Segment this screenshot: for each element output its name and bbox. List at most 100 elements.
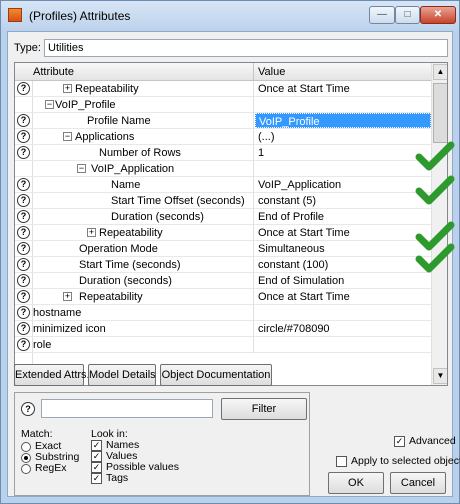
radio-substring[interactable]: [21, 453, 31, 463]
help-icon[interactable]: ?: [17, 178, 30, 191]
type-field[interactable]: Utilities: [44, 39, 448, 57]
green-checkmarks: [415, 141, 455, 273]
check-icon: [415, 243, 455, 273]
attribute-row[interactable]: ? role: [15, 337, 431, 353]
attribute-row[interactable]: ? + Repeatability Once at Start Time: [15, 289, 431, 305]
attribute-row[interactable]: ? Start Time (seconds) constant (100): [15, 257, 431, 273]
attribute-value[interactable]: VoIP_Application: [258, 179, 341, 191]
filter-button[interactable]: Filter: [221, 398, 307, 420]
expand-icon[interactable]: +: [63, 292, 72, 301]
attribute-name: Repeatability: [99, 227, 163, 239]
checkbox-tags[interactable]: ✓: [91, 473, 102, 484]
attribute-row[interactable]: − VoIP_Application: [15, 161, 431, 177]
attribute-name: Operation Mode: [79, 243, 158, 255]
attribute-value[interactable]: Simultaneous: [258, 243, 325, 255]
attribute-value[interactable]: Once at Start Time: [258, 83, 350, 95]
help-icon[interactable]: ?: [17, 130, 30, 143]
scroll-up-icon[interactable]: ▲: [433, 64, 447, 80]
radio-exact[interactable]: [21, 442, 31, 452]
title-bar[interactable]: (Profiles) Attributes — □ ✕: [1, 1, 459, 31]
checkbox-possible-values[interactable]: ✓: [91, 462, 102, 473]
attribute-name: hostname: [33, 307, 82, 319]
attribute-row[interactable]: ? minimized icon circle/#708090: [15, 321, 431, 337]
radio-regex[interactable]: [21, 464, 31, 474]
app-icon: [8, 8, 22, 22]
check-icon: [415, 141, 455, 171]
help-icon[interactable]: ?: [17, 274, 30, 287]
help-icon[interactable]: ?: [17, 338, 30, 351]
collapse-icon[interactable]: −: [45, 100, 54, 109]
minimize-button[interactable]: —: [369, 6, 395, 24]
attribute-name: Profile Name: [87, 115, 151, 127]
expand-icon[interactable]: +: [87, 228, 96, 237]
maximize-button[interactable]: □: [395, 6, 420, 24]
attributes-window: (Profiles) Attributes — □ ✕ Type: Utilit…: [0, 0, 460, 504]
attribute-name: Start Time Offset (seconds): [111, 195, 245, 207]
attribute-name: Duration (seconds): [111, 211, 204, 223]
checkbox-values[interactable]: ✓: [91, 451, 102, 462]
close-button[interactable]: ✕: [420, 6, 456, 24]
collapse-icon[interactable]: −: [77, 164, 86, 173]
help-icon[interactable]: ?: [17, 210, 30, 223]
attribute-row[interactable]: ? Name VoIP_Application: [15, 177, 431, 193]
attribute-value[interactable]: End of Profile: [258, 211, 324, 223]
attribute-value[interactable]: 1: [258, 147, 264, 159]
ok-button[interactable]: OK: [328, 472, 384, 494]
help-icon[interactable]: ?: [17, 82, 30, 95]
attribute-name: Repeatability: [75, 83, 139, 95]
attribute-row[interactable]: ? hostname: [15, 305, 431, 321]
help-icon[interactable]: ?: [17, 306, 30, 319]
radio-regex-label[interactable]: RegEx: [35, 462, 67, 474]
type-label: Type:: [14, 42, 41, 54]
attribute-name: minimized icon: [33, 323, 106, 335]
collapse-icon[interactable]: −: [63, 132, 72, 141]
attribute-value[interactable]: Once at Start Time: [258, 227, 350, 239]
attribute-row[interactable]: − VoIP_Profile: [15, 97, 431, 113]
attribute-row[interactable]: ? Duration (seconds) End of Simulation: [15, 273, 431, 289]
checkbox-apply-selected[interactable]: [336, 456, 347, 467]
help-icon[interactable]: ?: [17, 146, 30, 159]
help-icon[interactable]: ?: [17, 258, 30, 271]
filter-panel: ? Filter Match: Exact Substring RegEx Lo…: [14, 392, 310, 496]
checkbox-names[interactable]: ✓: [91, 440, 102, 451]
attribute-value[interactable]: circle/#708090: [258, 323, 330, 335]
model-details-button[interactable]: Model Details: [88, 364, 156, 386]
header-value[interactable]: Value: [258, 66, 285, 78]
attribute-row[interactable]: ? − Applications (...): [15, 129, 431, 145]
help-icon[interactable]: ?: [17, 242, 30, 255]
attribute-row[interactable]: ? Duration (seconds) End of Profile: [15, 209, 431, 225]
attribute-value[interactable]: End of Simulation: [258, 275, 344, 287]
attribute-name: Repeatability: [79, 291, 143, 303]
object-documentation-button[interactable]: Object Documentation: [160, 364, 272, 386]
extended-attrs-button[interactable]: Extended Attrs.: [14, 364, 90, 386]
attribute-row[interactable]: ? Start Time Offset (seconds) constant (5): [15, 193, 431, 209]
checkbox-tags-label[interactable]: Tags: [106, 472, 128, 484]
attribute-value[interactable]: constant (5): [258, 195, 316, 207]
attribute-value[interactable]: constant (100): [258, 259, 328, 271]
checkbox-advanced[interactable]: ✓: [394, 436, 405, 447]
scroll-thumb[interactable]: [433, 83, 447, 143]
help-icon[interactable]: ?: [17, 226, 30, 239]
attribute-row[interactable]: ? Number of Rows 1: [15, 145, 431, 161]
attribute-value-selected[interactable]: VoIP_Profile: [255, 113, 431, 128]
attribute-row[interactable]: ? + Repeatability Once at Start Time: [15, 225, 431, 241]
attribute-value[interactable]: Once at Start Time: [258, 291, 350, 303]
attribute-row[interactable]: ? Operation Mode Simultaneous: [15, 241, 431, 257]
help-icon[interactable]: ?: [21, 402, 35, 416]
check-icon: [415, 221, 455, 251]
cancel-button[interactable]: Cancel: [390, 472, 446, 494]
attribute-row[interactable]: ? Profile Name VoIP_Profile: [15, 113, 431, 129]
help-icon[interactable]: ?: [17, 114, 30, 127]
header-attribute[interactable]: Attribute: [33, 66, 74, 78]
help-icon[interactable]: ?: [17, 290, 30, 303]
filter-input[interactable]: [41, 399, 213, 418]
help-icon[interactable]: ?: [17, 322, 30, 335]
expand-icon[interactable]: +: [63, 84, 72, 93]
attribute-row[interactable]: ? + Repeatability Once at Start Time: [15, 81, 431, 97]
attribute-value[interactable]: (...): [258, 131, 275, 143]
check-icon: [415, 175, 455, 205]
help-icon[interactable]: ?: [17, 194, 30, 207]
checkbox-advanced-label[interactable]: Advanced: [409, 435, 456, 447]
checkbox-apply-selected-label[interactable]: Apply to selected objects: [351, 455, 460, 467]
scroll-down-icon[interactable]: ▼: [433, 368, 447, 384]
